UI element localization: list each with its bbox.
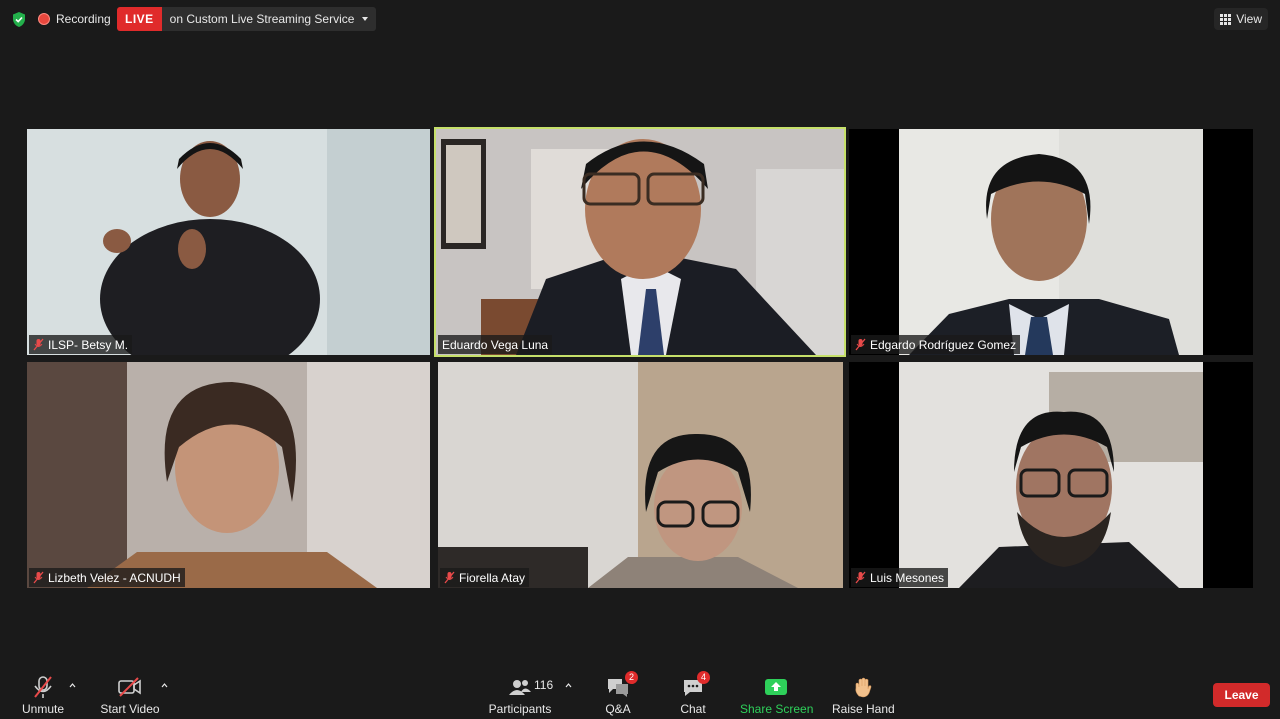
mic-muted-icon <box>855 571 866 584</box>
chevron-up-icon[interactable] <box>161 682 168 689</box>
view-label: View <box>1236 12 1262 26</box>
mic-muted-icon <box>444 571 455 584</box>
participants-button[interactable]: 116 Participants <box>488 674 554 716</box>
leave-button[interactable]: Leave <box>1213 683 1270 707</box>
participant-name-tag: ILSP- Betsy M. <box>29 335 133 354</box>
live-stream-control[interactable]: LIVE on Custom Live Streaming Service <box>117 7 377 31</box>
start-video-button[interactable]: Start Video <box>98 674 162 716</box>
participants-icon <box>509 680 531 695</box>
live-badge: LIVE <box>117 7 162 31</box>
zoom-meeting-window: Recording LIVE on Custom Live Streaming … <box>0 0 1280 719</box>
participant-name-tag: Edgardo Rodríguez Gomez <box>851 335 1021 354</box>
raise-hand-label: Raise Hand <box>832 702 895 716</box>
participant-video <box>849 129 1253 355</box>
participant-name: Fiorella Atay <box>459 570 526 585</box>
mic-muted-icon <box>34 676 52 698</box>
grid-icon <box>1220 13 1232 25</box>
start-video-label: Start Video <box>100 702 160 716</box>
video-tile[interactable]: Fiorella Atay <box>438 362 843 588</box>
video-tile-active-speaker[interactable]: Eduardo Vega Luna <box>434 127 846 357</box>
mic-muted-icon <box>855 338 866 351</box>
unmute-button[interactable]: Unmute <box>18 674 68 716</box>
participant-name-tag: Luis Mesones <box>851 568 949 587</box>
unmute-label: Unmute <box>21 702 65 716</box>
participants-count: 116 <box>534 678 554 692</box>
view-button[interactable]: View <box>1214 8 1268 30</box>
share-screen-label: Share Screen <box>740 702 814 716</box>
participant-video <box>27 129 430 355</box>
live-stream-target[interactable]: on Custom Live Streaming Service <box>161 7 377 31</box>
share-screen-button[interactable]: Share Screen <box>740 674 814 716</box>
video-tile[interactable]: Luis Mesones <box>849 362 1253 588</box>
chevron-up-icon[interactable] <box>565 682 572 689</box>
chevron-up-icon[interactable] <box>69 682 76 689</box>
chat-button[interactable]: 4 Chat <box>674 671 712 716</box>
video-tile[interactable]: Edgardo Rodríguez Gomez <box>849 129 1253 355</box>
participants-label: Participants <box>488 702 552 716</box>
participant-video <box>436 129 844 355</box>
video-tile[interactable]: Lizbeth Velez - ACNUDH <box>27 362 430 588</box>
video-off-icon <box>118 677 141 697</box>
participant-video <box>27 362 430 588</box>
mic-muted-icon <box>33 571 44 584</box>
participant-name: ILSP- Betsy M. <box>48 337 129 352</box>
qa-label: Q&A <box>605 702 631 716</box>
record-icon <box>38 13 50 25</box>
participant-name: Edgardo Rodríguez Gomez <box>870 337 1017 352</box>
shield-icon[interactable] <box>11 11 27 28</box>
chevron-down-icon <box>362 17 369 21</box>
top-bar: Recording LIVE on Custom Live Streaming … <box>0 0 1280 40</box>
participant-video <box>438 362 843 588</box>
participant-name: Eduardo Vega Luna <box>442 337 549 352</box>
raise-hand-button[interactable]: Raise Hand <box>832 674 895 716</box>
qa-button[interactable]: 2 Q&A <box>598 671 638 716</box>
participant-name-tag: Fiorella Atay <box>440 568 530 587</box>
chat-badge: 4 <box>697 671 710 684</box>
participant-name-tag: Lizbeth Velez - ACNUDH <box>29 568 185 587</box>
participant-name: Luis Mesones <box>870 570 945 585</box>
video-tile[interactable]: ILSP- Betsy M. <box>27 129 430 355</box>
chat-label: Chat <box>680 702 706 716</box>
recording-indicator[interactable]: Recording <box>38 7 111 31</box>
live-stream-target-label: on Custom Live Streaming Service <box>169 12 355 26</box>
participant-name-tag: Eduardo Vega Luna <box>438 335 553 354</box>
share-screen-icon <box>765 679 787 695</box>
participant-video <box>849 362 1253 588</box>
qa-badge: 2 <box>625 671 638 684</box>
mic-muted-icon <box>33 338 44 351</box>
participant-name: Lizbeth Velez - ACNUDH <box>48 570 181 585</box>
raise-hand-icon <box>855 677 872 698</box>
recording-label: Recording <box>56 12 111 26</box>
meeting-toolbar: Unmute Start Video 116 Participants 2 Q&… <box>0 668 1280 719</box>
